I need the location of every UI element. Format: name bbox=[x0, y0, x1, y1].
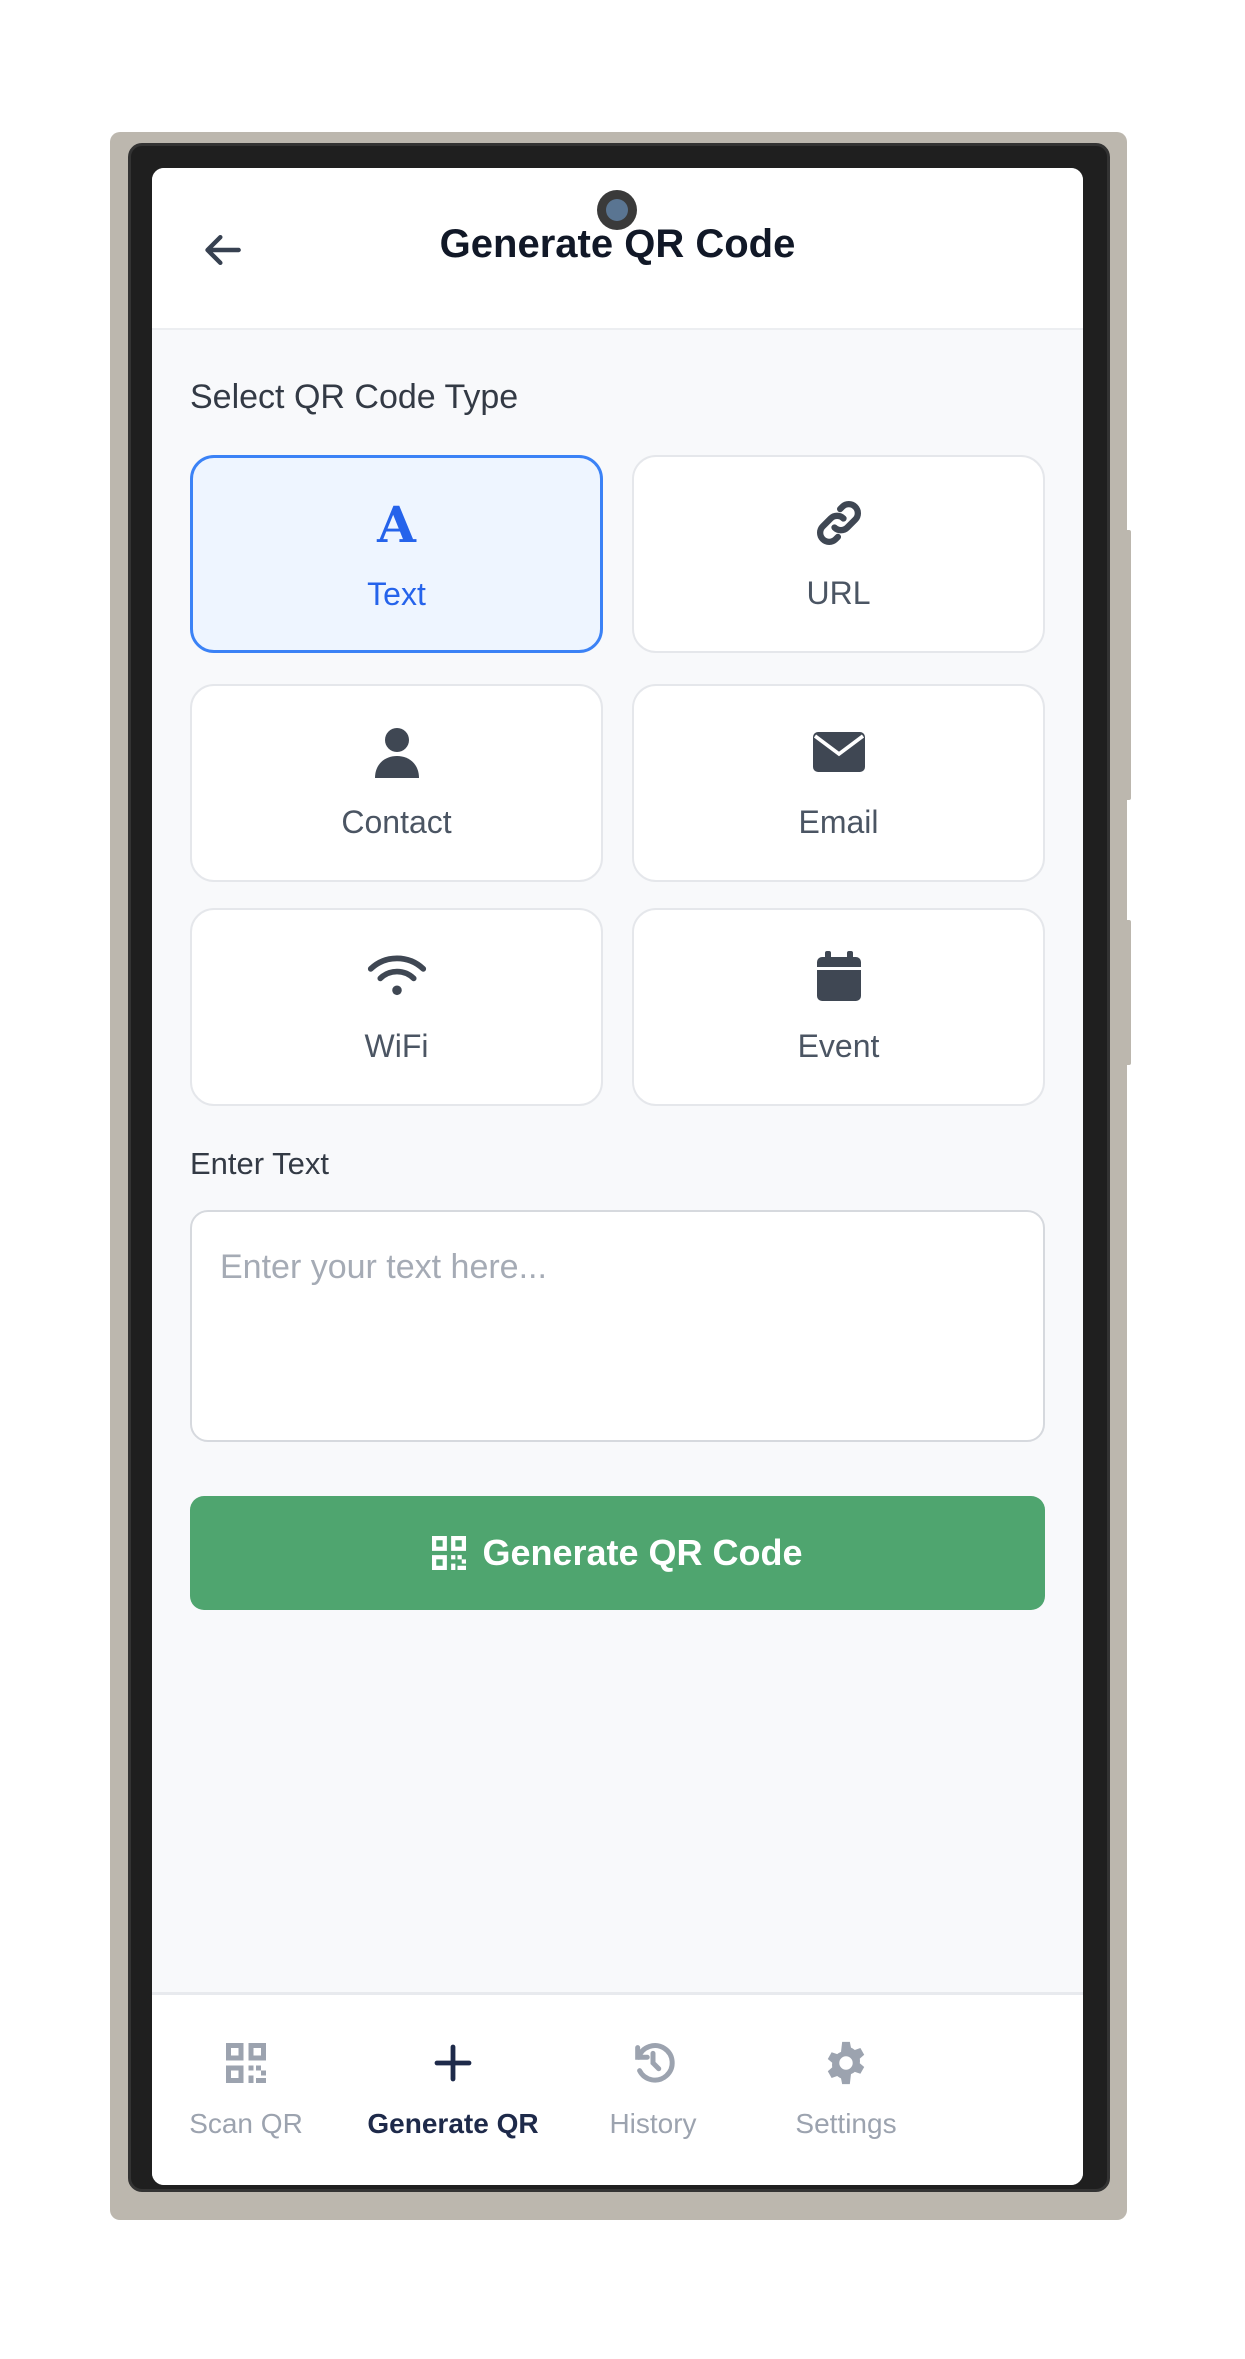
wifi-icon bbox=[192, 948, 601, 1004]
type-label: WiFi bbox=[364, 1028, 429, 1064]
type-label: Text bbox=[367, 576, 426, 612]
plus-icon bbox=[328, 2035, 578, 2091]
type-label: Contact bbox=[341, 804, 452, 840]
type-card-text[interactable]: A Text bbox=[190, 455, 603, 653]
type-label: Event bbox=[797, 1028, 880, 1064]
nav-label: Generate QR bbox=[367, 2108, 539, 2139]
nav-settings[interactable]: Settings bbox=[746, 1995, 946, 2185]
type-card-email[interactable]: Email bbox=[632, 684, 1045, 882]
text-input[interactable] bbox=[190, 1210, 1045, 1442]
type-label: URL bbox=[806, 575, 871, 611]
nav-label: Scan QR bbox=[189, 2108, 303, 2139]
link-icon bbox=[634, 495, 1043, 551]
envelope-icon bbox=[634, 724, 1043, 780]
app-screen: Generate QR Code Select QR Code Type A T… bbox=[152, 168, 1083, 2185]
qrcode-icon bbox=[432, 1536, 467, 1570]
gear-icon bbox=[746, 2035, 946, 2091]
volume-button bbox=[1123, 530, 1131, 800]
type-card-contact[interactable]: Contact bbox=[190, 684, 603, 882]
type-card-url[interactable]: URL bbox=[632, 455, 1045, 653]
nav-history[interactable]: History bbox=[553, 1995, 753, 2185]
qrcode-icon bbox=[152, 2035, 346, 2091]
type-card-wifi[interactable]: WiFi bbox=[190, 908, 603, 1106]
nav-label: Settings bbox=[795, 2108, 897, 2139]
bottom-nav: Scan QR Generate QR History Settings bbox=[152, 1992, 1083, 2185]
camera-icon bbox=[597, 190, 637, 230]
calendar-icon bbox=[634, 948, 1043, 1004]
history-icon bbox=[553, 2035, 753, 2091]
type-label: Email bbox=[798, 804, 879, 840]
nav-scan-qr[interactable]: Scan QR bbox=[152, 1995, 346, 2185]
type-section-label: Select QR Code Type bbox=[190, 378, 519, 416]
power-button bbox=[1123, 920, 1131, 1065]
text-icon: A bbox=[377, 494, 416, 554]
generate-qr-button[interactable]: Generate QR Code bbox=[190, 1496, 1045, 1610]
input-label: Enter Text bbox=[190, 1146, 330, 1181]
nav-generate-qr[interactable]: Generate QR bbox=[328, 1995, 578, 2185]
type-card-event[interactable]: Event bbox=[632, 908, 1045, 1106]
user-icon bbox=[192, 724, 601, 780]
generate-button-label: Generate QR Code bbox=[482, 1532, 803, 1573]
nav-label: History bbox=[609, 2108, 697, 2139]
